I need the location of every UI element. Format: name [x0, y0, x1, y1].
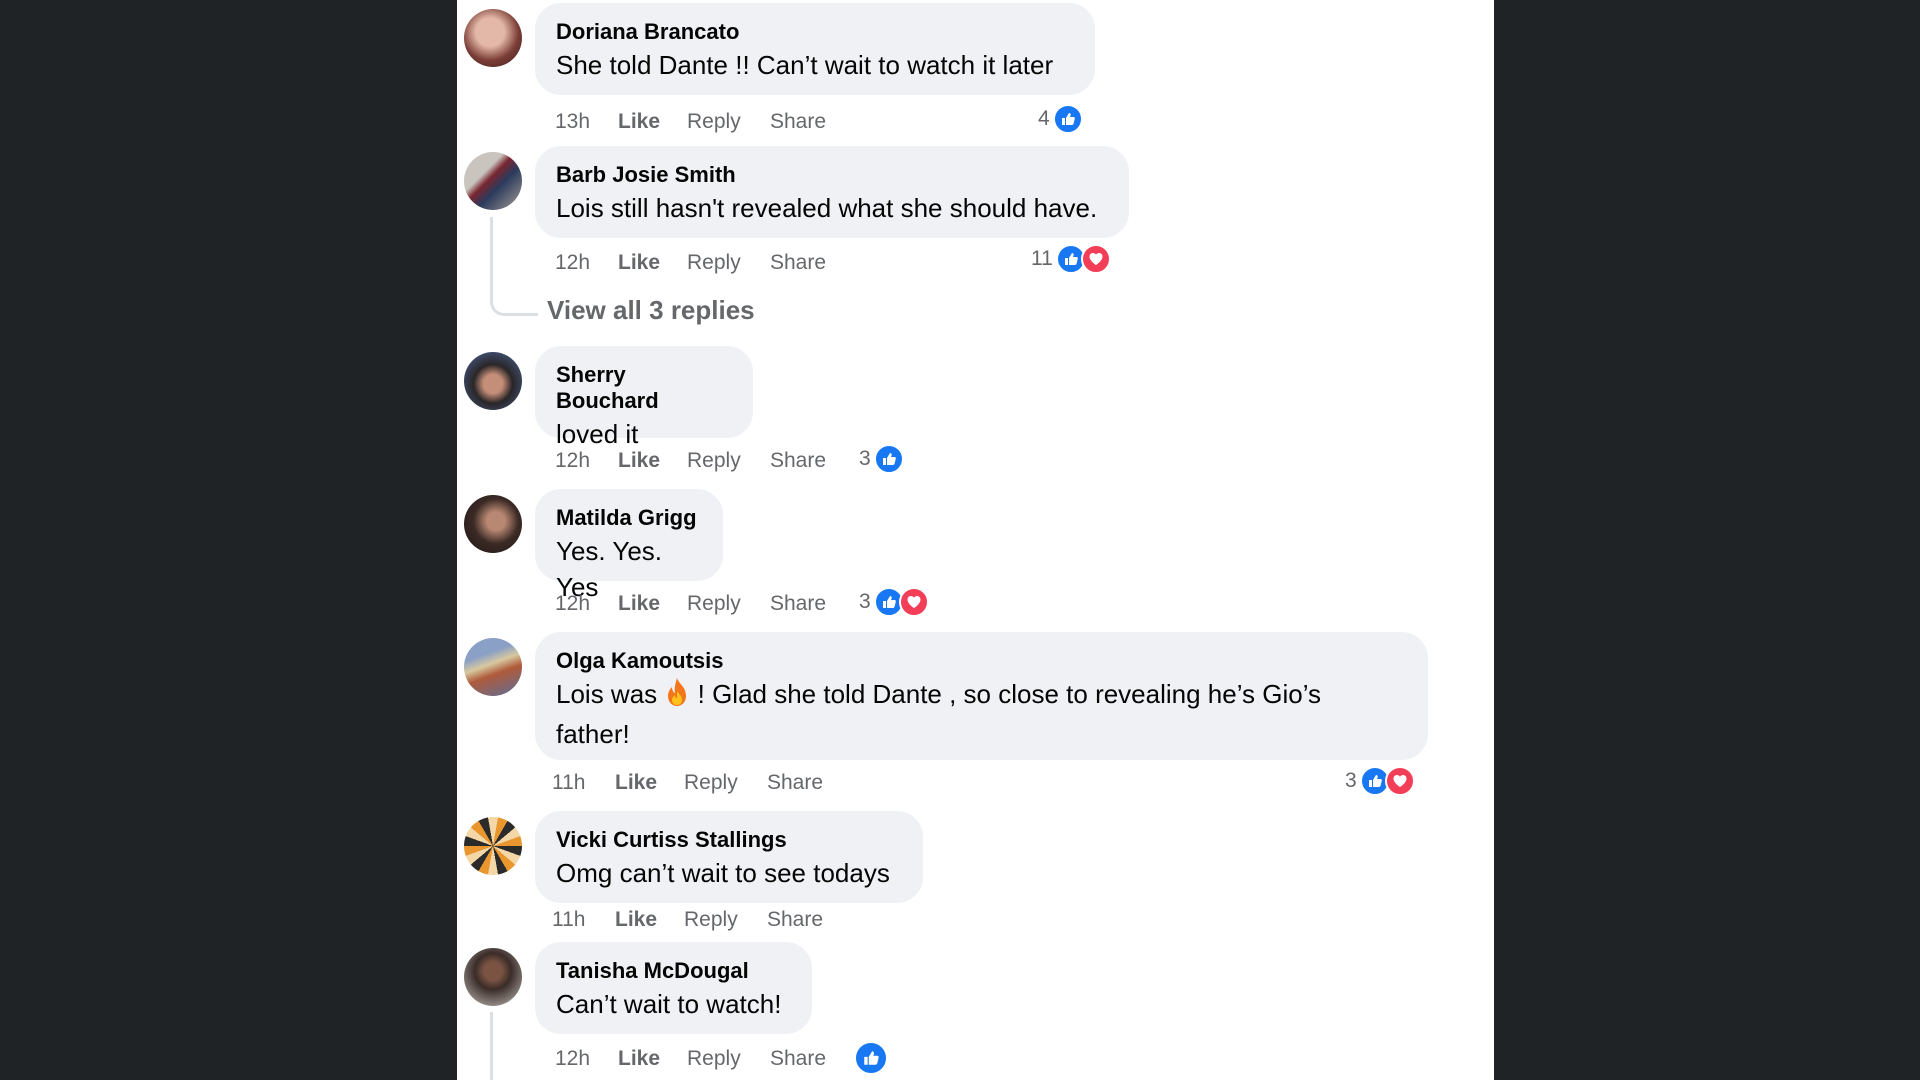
avatar[interactable] — [464, 9, 522, 67]
like-icon — [873, 444, 904, 474]
commenter-name[interactable]: Tanisha McDougal — [556, 958, 792, 984]
reply-button[interactable]: Reply — [687, 109, 770, 135]
comments-panel: Doriana Brancato She told Dante !! Can’t… — [457, 0, 1494, 1080]
share-button[interactable]: Share — [770, 448, 830, 474]
like-button[interactable]: Like — [618, 591, 687, 617]
comment-actions: 12h Like Reply Share — [555, 250, 830, 276]
commenter-name[interactable]: Vicki Curtiss Stallings — [556, 827, 903, 853]
comment-text: Can’t wait to watch! — [556, 989, 782, 1019]
reply-button[interactable]: Reply — [687, 1046, 770, 1072]
comment-text-start: Lois was — [556, 679, 658, 709]
share-button[interactable]: Share — [770, 1046, 830, 1072]
share-button[interactable]: Share — [767, 907, 827, 933]
comment-bubble: Matilda Grigg Yes. Yes. Yes — [535, 489, 723, 602]
avatar[interactable] — [464, 817, 522, 875]
timestamp[interactable]: 12h — [555, 250, 618, 276]
thread-connector — [490, 217, 538, 316]
comment-text: Lois still hasn't revealed what she shou… — [556, 193, 1098, 223]
comment-actions: 12h Like Reply Share — [555, 591, 830, 617]
timestamp[interactable]: 11h — [552, 770, 615, 796]
comment-actions: 12h Like Reply Share — [555, 448, 830, 474]
commenter-name[interactable]: Matilda Grigg — [556, 505, 703, 531]
timestamp[interactable]: 12h — [555, 1046, 618, 1072]
reply-button[interactable]: Reply — [687, 591, 770, 617]
comment-bubble: Tanisha McDougal Can’t wait to watch! — [535, 942, 812, 1034]
reply-button[interactable]: Reply — [684, 770, 767, 796]
like-button[interactable]: Like — [618, 1046, 687, 1072]
comment-actions: 12h Like Reply Share — [555, 1046, 830, 1072]
reaction-summary[interactable]: 11 — [1031, 244, 1111, 274]
comment-actions: 11h Like Reply Share — [552, 907, 827, 933]
like-button[interactable]: Like — [618, 250, 687, 276]
timestamp[interactable]: 11h — [552, 907, 615, 933]
avatar[interactable] — [464, 948, 522, 1006]
timestamp[interactable]: 12h — [555, 448, 618, 474]
reaction-count: 3 — [859, 447, 871, 470]
like-icon — [854, 1041, 888, 1075]
comment-text-line2: father! — [556, 719, 630, 749]
commenter-name[interactable]: Barb Josie Smith — [556, 162, 1109, 188]
reaction-count: 3 — [1345, 769, 1357, 792]
comment-bubble: Sherry Bouchard loved it — [535, 346, 753, 449]
like-button[interactable]: Like — [618, 109, 687, 135]
reaction-count: 3 — [859, 590, 871, 613]
reaction-summary[interactable]: 3 — [1345, 766, 1415, 796]
reaction-summary[interactable]: 4 — [1038, 104, 1083, 134]
reply-button[interactable]: Reply — [684, 907, 767, 933]
comment-text: She told Dante !! Can’t wait to watch it… — [556, 50, 1054, 80]
comment-bubble: Doriana Brancato She told Dante !! Can’t… — [535, 3, 1095, 95]
comment-bubble: Barb Josie Smith Lois still hasn't revea… — [535, 146, 1129, 238]
like-button[interactable]: Like — [615, 907, 684, 933]
love-icon — [898, 587, 929, 617]
comment-actions: 11h Like Reply Share — [552, 770, 827, 796]
commenter-name[interactable]: Olga Kamoutsis — [556, 648, 1408, 674]
comment-bubble: Vicki Curtiss Stallings Omg can’t wait t… — [535, 811, 923, 903]
reaction-count: 11 — [1031, 247, 1053, 270]
avatar[interactable] — [464, 352, 522, 410]
timestamp[interactable]: 13h — [555, 109, 618, 135]
avatar[interactable] — [464, 495, 522, 553]
comment-text: Lois was ! Glad she told Dante , so clos… — [556, 676, 1408, 752]
comment-bubble: Olga Kamoutsis Lois was ! Glad she told … — [535, 632, 1428, 760]
share-button[interactable]: Share — [770, 109, 830, 135]
reply-button[interactable]: Reply — [687, 250, 770, 276]
comment-text-end: ! Glad she told Dante , so close to reve… — [697, 679, 1322, 709]
love-icon — [1080, 244, 1111, 274]
reaction-summary[interactable] — [854, 1041, 888, 1075]
commenter-name[interactable]: Sherry Bouchard — [556, 362, 733, 414]
share-button[interactable]: Share — [767, 770, 827, 796]
reaction-count: 4 — [1038, 107, 1050, 130]
avatar[interactable] — [464, 152, 522, 210]
timestamp[interactable]: 12h — [555, 591, 618, 617]
reply-button[interactable]: Reply — [687, 448, 770, 474]
comment-text: Omg can’t wait to see todays — [556, 858, 890, 888]
reaction-summary[interactable]: 3 — [859, 444, 904, 474]
fire-icon — [664, 677, 690, 716]
love-icon — [1384, 766, 1415, 796]
share-button[interactable]: Share — [770, 250, 830, 276]
thread-connector — [490, 1012, 493, 1080]
like-button[interactable]: Like — [615, 770, 684, 796]
avatar[interactable] — [464, 638, 522, 696]
like-icon — [1052, 104, 1083, 134]
reaction-summary[interactable]: 3 — [859, 587, 929, 617]
comment-text: loved it — [556, 419, 639, 449]
comment-actions: 13h Like Reply Share — [555, 109, 830, 135]
view-replies-link[interactable]: View all 3 replies — [547, 295, 755, 326]
share-button[interactable]: Share — [770, 591, 830, 617]
like-button[interactable]: Like — [618, 448, 687, 474]
commenter-name[interactable]: Doriana Brancato — [556, 19, 1075, 45]
